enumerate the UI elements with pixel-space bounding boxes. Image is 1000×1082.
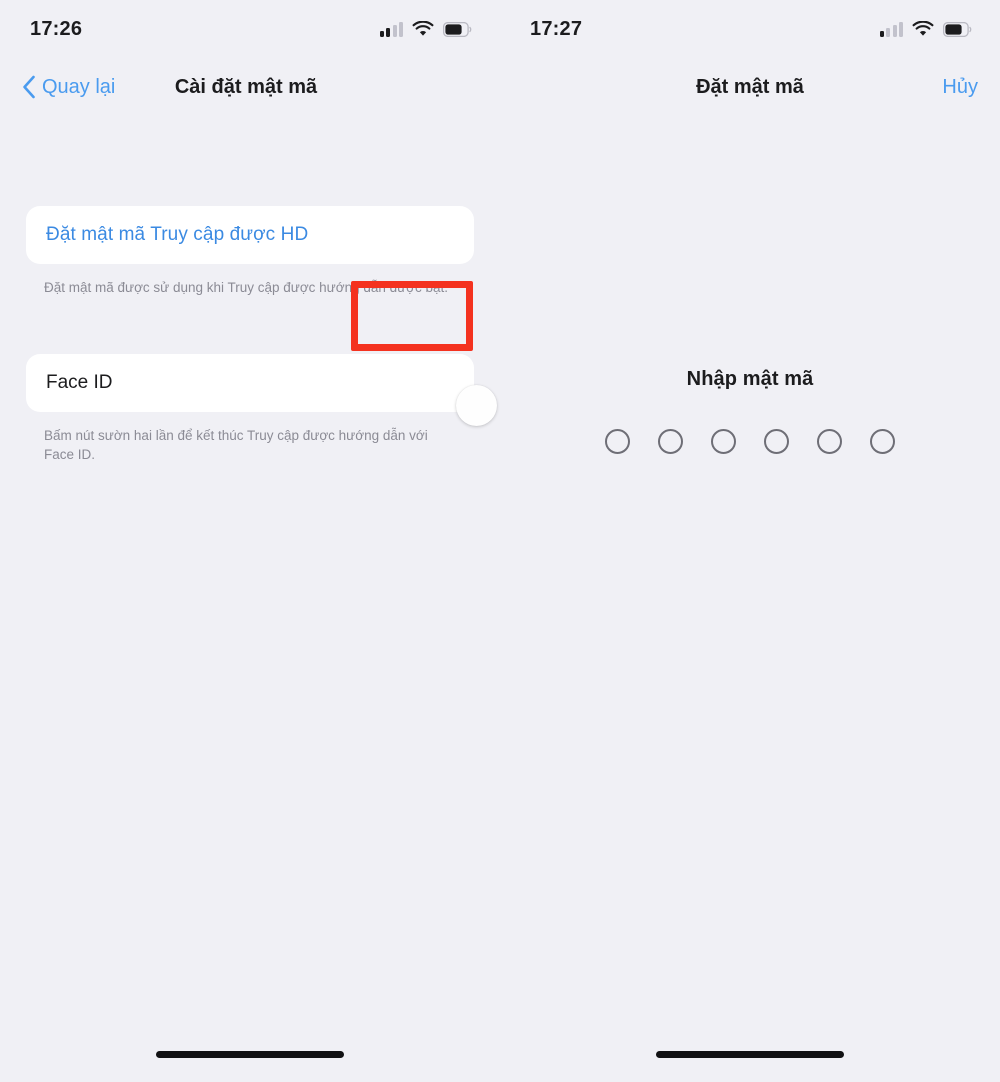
passcode-dot <box>764 429 789 454</box>
status-time: 17:26 <box>30 17 83 40</box>
battery-icon <box>943 21 972 37</box>
status-icons-group <box>379 21 473 37</box>
passcode-dot <box>870 429 895 454</box>
passcode-dot <box>711 429 736 454</box>
back-button-label: Quay lại <box>42 75 116 98</box>
passcode-dot <box>605 429 630 454</box>
dual-screenshot-stage: 17:26 Quay lại Cài đặt mật mã Đặt mật mã… <box>0 0 1000 1082</box>
home-indicator <box>656 1051 844 1058</box>
back-button[interactable]: Quay lại <box>22 75 115 99</box>
set-passcode-row[interactable]: Đặt mật mã Truy cập được HD <box>26 206 474 264</box>
battery-icon <box>443 21 472 37</box>
passcode-dot <box>817 429 842 454</box>
cancel-button[interactable]: Hủy <box>942 76 978 99</box>
cellular-signal-icon <box>879 21 903 37</box>
set-passcode-footnote: Đặt mật mã được sử dụng khi Truy cập đượ… <box>44 280 449 295</box>
set-passcode-label: Đặt mật mã Truy cập được HD <box>46 224 309 245</box>
cellular-signal-icon <box>379 21 403 37</box>
left-nav-bar: Quay lại Cài đặt mật mã <box>0 58 500 116</box>
left-status-bar: 17:26 <box>0 0 500 58</box>
wifi-icon <box>412 21 434 37</box>
passcode-prompt: Nhập mật mã <box>686 368 814 390</box>
right-nav-bar: Đặt mật mã Hủy <box>500 58 1000 116</box>
settings-content: Đặt mật mã Truy cập được HD Đặt mật mã đ… <box>0 206 500 465</box>
passcode-dots[interactable] <box>500 429 1000 454</box>
home-indicator <box>156 1051 344 1058</box>
status-time: 17:27 <box>530 17 583 40</box>
left-phone-screen: 17:26 Quay lại Cài đặt mật mã Đặt mật mã… <box>0 0 500 1082</box>
face-id-label: Face ID <box>46 371 113 393</box>
passcode-dot <box>658 429 683 454</box>
wifi-icon <box>912 21 934 37</box>
passcode-entry-area: Nhập mật mã <box>500 368 1000 454</box>
right-status-bar: 17:27 <box>500 0 1000 58</box>
chevron-left-icon <box>22 75 36 99</box>
page-title: Đặt mật mã <box>696 75 804 98</box>
face-id-row[interactable]: Face ID <box>26 353 497 426</box>
status-icons-group <box>879 21 973 37</box>
right-phone-screen: 17:27 Đặt mật mã Hủy Nhập mật mã <box>500 0 1000 1082</box>
face-id-footnote: Bấm nút sườn hai lần để kết thúc Truy cậ… <box>44 427 428 463</box>
toggle-knob <box>456 384 497 426</box>
